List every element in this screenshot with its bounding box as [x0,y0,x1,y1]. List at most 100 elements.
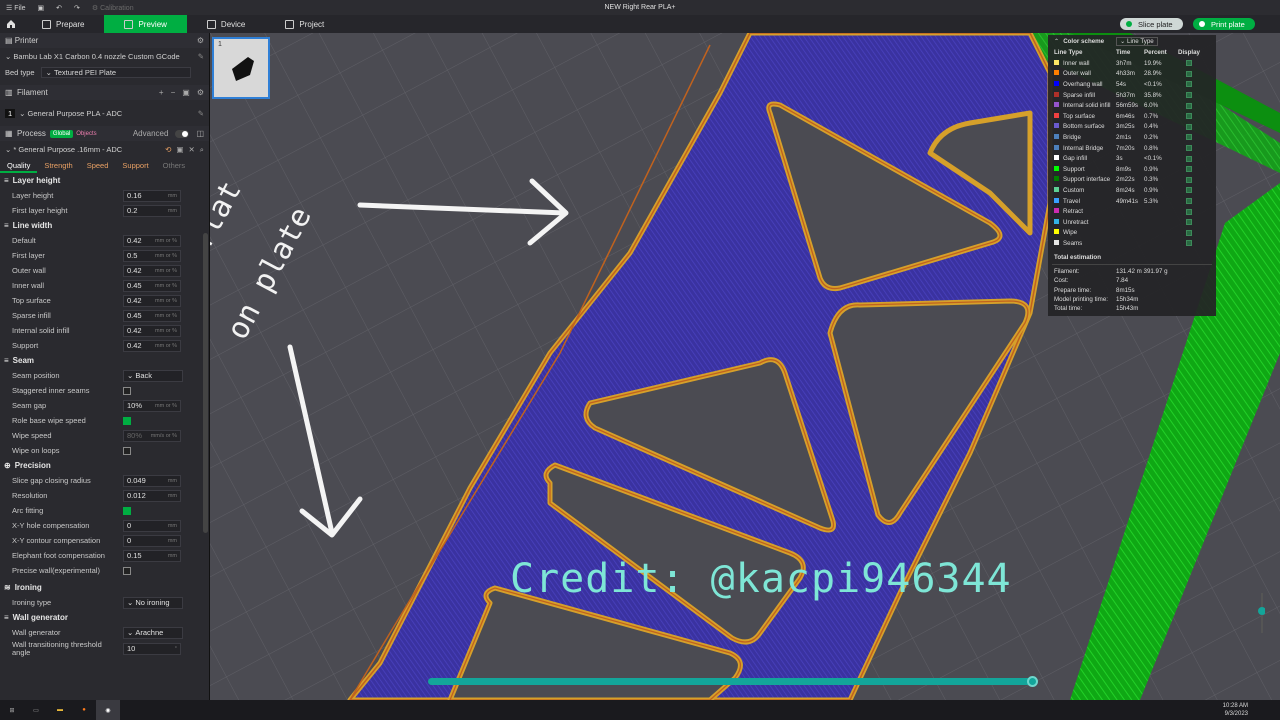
legend-row[interactable]: Custom 8m24s 0.9% [1048,185,1216,196]
global-badge[interactable]: Global [49,129,74,138]
collapse-icon[interactable]: ⌃ [1054,38,1059,45]
print-plate-button[interactable]: Print plate [1193,18,1255,30]
process-preset-row[interactable]: ⌄ * General Purpose .16mm - ADC ⟲ ▣ ✕ ⌕ [0,141,209,158]
file-explorer-icon[interactable]: ▬ [48,700,72,720]
display-checkbox[interactable] [1186,123,1192,130]
undo-icon[interactable]: ↶ [50,4,68,12]
vertical-layer-slider[interactable] [1255,593,1265,633]
bed-type-dropdown[interactable]: ⌄ Textured PEI Plate [40,67,191,78]
subtab-strength[interactable]: Strength [37,161,79,170]
preview-viewport[interactable]: 1 Now flat on plate Credit: @kacpi946344… [210,33,1280,700]
lw-top-surface-input[interactable]: 0.42 mm or % [123,294,181,307]
legend-row[interactable]: Support 8m9s 0.9% [1048,164,1216,175]
display-checkbox[interactable] [1186,102,1192,109]
home-icon[interactable] [0,15,22,33]
objects-badge[interactable]: Objects [73,130,99,138]
lw-default-input[interactable]: 0.42 mm or % [123,234,181,247]
layer-height-input[interactable]: 0.16 mm [123,189,181,202]
display-checkbox[interactable] [1186,176,1192,183]
display-checkbox[interactable] [1186,166,1192,173]
tab-prepare[interactable]: Prepare [22,15,104,33]
legend-row[interactable]: Bridge 2m1s 0.2% [1048,132,1216,143]
wall-transition-input[interactable]: 10 ° [123,643,181,655]
lw-first-layer-input[interactable]: 0.5 mm or % [123,249,181,262]
seam-gap-input[interactable]: 10% mm or % [123,399,181,412]
ironing-type-dropdown[interactable]: ⌄ No ironing [123,596,183,609]
printer-settings-icon[interactable]: ⚙ [197,36,204,45]
display-checkbox[interactable] [1186,145,1192,152]
tab-preview[interactable]: Preview [104,15,187,33]
legend-row[interactable]: Unretract [1048,217,1216,228]
legend-row[interactable]: Internal solid infill 56m59s 6.0% [1048,100,1216,111]
display-checkbox[interactable] [1186,155,1192,162]
sidebar-scrollbar[interactable] [203,233,208,533]
printer-select-row[interactable]: ⌄ Bambu Lab X1 Carbon 0.4 nozzle Custom … [0,48,209,65]
horizontal-layer-slider[interactable] [428,676,1038,687]
display-checkbox[interactable] [1186,219,1192,226]
display-checkbox[interactable] [1186,198,1192,205]
advanced-toggle[interactable] [175,129,190,138]
display-checkbox[interactable] [1186,92,1192,99]
bambu-studio-icon[interactable]: ◉ [96,700,120,720]
system-clock[interactable]: 10:28 AM 9/3/2023 [1223,702,1248,718]
file-menu[interactable]: ☰ File [0,4,32,12]
lw-outer-wall-input[interactable]: 0.42 mm or % [123,264,181,277]
wall-generator-dropdown[interactable]: ⌄ Arachne [123,626,183,639]
color-scheme-dropdown[interactable]: ⌄ Line Type [1116,36,1158,46]
seam-position-dropdown[interactable]: ⌄ Back [123,369,183,382]
elephant-foot-input[interactable]: 0.15 mm [123,549,181,562]
display-checkbox[interactable] [1186,70,1192,77]
legend-row[interactable]: Seams [1048,238,1216,249]
filament-settings-icon[interactable]: ⚙ [197,88,204,97]
slice-plate-button[interactable]: Slice plate [1120,18,1183,30]
subtab-others[interactable]: Others [156,161,193,170]
lw-support-input[interactable]: 0.42 mm or % [123,339,181,352]
display-checkbox[interactable] [1186,60,1192,67]
subtab-support[interactable]: Support [115,161,155,170]
legend-row[interactable]: Internal Bridge 7m20s 0.8% [1048,143,1216,154]
wipe-on-loops-checkbox[interactable] [123,446,131,455]
save-preset-icon[interactable]: ▣ [176,145,183,155]
xy-hole-comp-input[interactable]: 0 mm [123,519,181,532]
resolution-input[interactable]: 0.012 mm [123,489,181,502]
reset-icon[interactable]: ⟲ [165,145,171,155]
lw-inner-wall-input[interactable]: 0.45 mm or % [123,279,181,292]
subtab-quality[interactable]: Quality [0,158,38,173]
display-checkbox[interactable] [1186,134,1192,141]
display-checkbox[interactable] [1186,240,1192,247]
horizontal-slider-knob[interactable] [1027,676,1038,687]
start-icon[interactable]: ⊞ [0,700,24,720]
precise-wall-checkbox[interactable] [123,566,131,575]
filament-select-row[interactable]: 1 ⌄ General Purpose PLA - ADC ✎ [0,106,209,121]
tab-project[interactable]: Project [265,15,344,33]
legend-row[interactable]: Inner wall 3h7m 19.9% [1048,58,1216,69]
edit-printer-icon[interactable]: ✎ [198,52,204,61]
staggered-inner-seams-checkbox[interactable] [123,386,131,395]
slice-gap-closing-radius-input[interactable]: 0.049 mm [123,474,181,487]
filament-sync-icon[interactable]: ▣ [182,88,190,97]
legend-row[interactable]: Bottom surface 3m25s 0.4% [1048,122,1216,133]
lw-sparse-infill-input[interactable]: 0.45 mm or % [123,309,181,322]
legend-row[interactable]: Outer wall 4h33m 28.9% [1048,69,1216,80]
compare-icon[interactable]: ◫ [196,129,204,138]
legend-row[interactable]: Top surface 6m46s 0.7% [1048,111,1216,122]
save-icon[interactable]: ▣ [32,4,51,12]
add-filament-icon[interactable]: + [159,88,164,97]
legend-row[interactable]: Support interface 2m22s 0.3% [1048,175,1216,186]
first-layer-height-input[interactable]: 0.2 mm [123,204,181,217]
legend-row[interactable]: Wipe [1048,228,1216,239]
display-checkbox[interactable] [1186,187,1192,194]
display-checkbox[interactable] [1186,208,1192,215]
role-base-wipe-speed-checkbox[interactable] [123,416,131,425]
remove-filament-icon[interactable]: − [171,88,176,97]
calibration-menu[interactable]: ⚙ Calibration [86,4,140,12]
plate-thumbnail[interactable]: 1 [212,37,270,99]
wipe-speed-input[interactable]: 80% mm/s or % [123,429,181,442]
display-checkbox[interactable] [1186,81,1192,88]
firefox-icon[interactable]: ● [72,700,96,720]
arc-fitting-checkbox[interactable] [123,506,131,515]
display-checkbox[interactable] [1186,229,1192,236]
legend-row[interactable]: Overhang wall 54s <0.1% [1048,79,1216,90]
legend-row[interactable]: Sparse infill 5h37m 35.8% [1048,90,1216,101]
legend-row[interactable]: Retract [1048,206,1216,217]
